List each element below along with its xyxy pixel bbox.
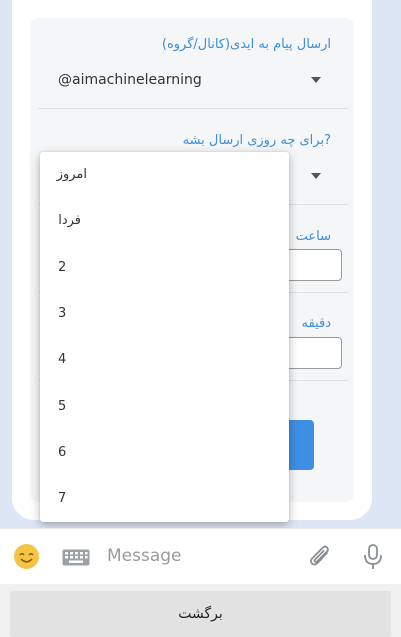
dropdown-option-3[interactable]: 3 [40, 291, 289, 337]
minute-label: دقیقه [301, 316, 331, 331]
smile-icon[interactable] [13, 543, 40, 570]
microphone-icon[interactable] [363, 543, 383, 571]
hour-input[interactable] [286, 249, 342, 281]
attach-icon[interactable] [308, 544, 332, 570]
divider [38, 108, 348, 109]
keyboard-icon[interactable] [62, 549, 90, 566]
dropdown-option-6[interactable]: 6 [40, 430, 289, 476]
dropdown-option-5[interactable]: 5 [40, 384, 289, 430]
chevron-down-icon[interactable] [311, 173, 321, 179]
message-input[interactable]: Message [107, 546, 182, 566]
hour-label: ساعت [295, 229, 331, 244]
channel-label: ارسال پیام به ایدی(کانال/گروه) [161, 37, 331, 52]
message-bar: Message [0, 528, 401, 584]
reply-keyboard: برگشت [0, 584, 401, 637]
dropdown-option-tomorrow[interactable]: فردا [40, 198, 289, 244]
day-dropdown-menu: امروز فردا 2 3 4 5 6 7 [40, 152, 289, 522]
back-button[interactable]: برگشت [10, 591, 391, 637]
dropdown-option-today[interactable]: امروز [40, 152, 289, 198]
channel-select-value: @aimachinelearning [58, 72, 202, 88]
dropdown-option-4[interactable]: 4 [40, 337, 289, 383]
dropdown-option-2[interactable]: 2 [40, 245, 289, 291]
chevron-down-icon [311, 77, 321, 83]
dropdown-option-7[interactable]: 7 [40, 476, 289, 522]
minute-input[interactable] [286, 337, 342, 369]
day-label: ?برای چه روزی ارسال بشه [182, 133, 331, 148]
